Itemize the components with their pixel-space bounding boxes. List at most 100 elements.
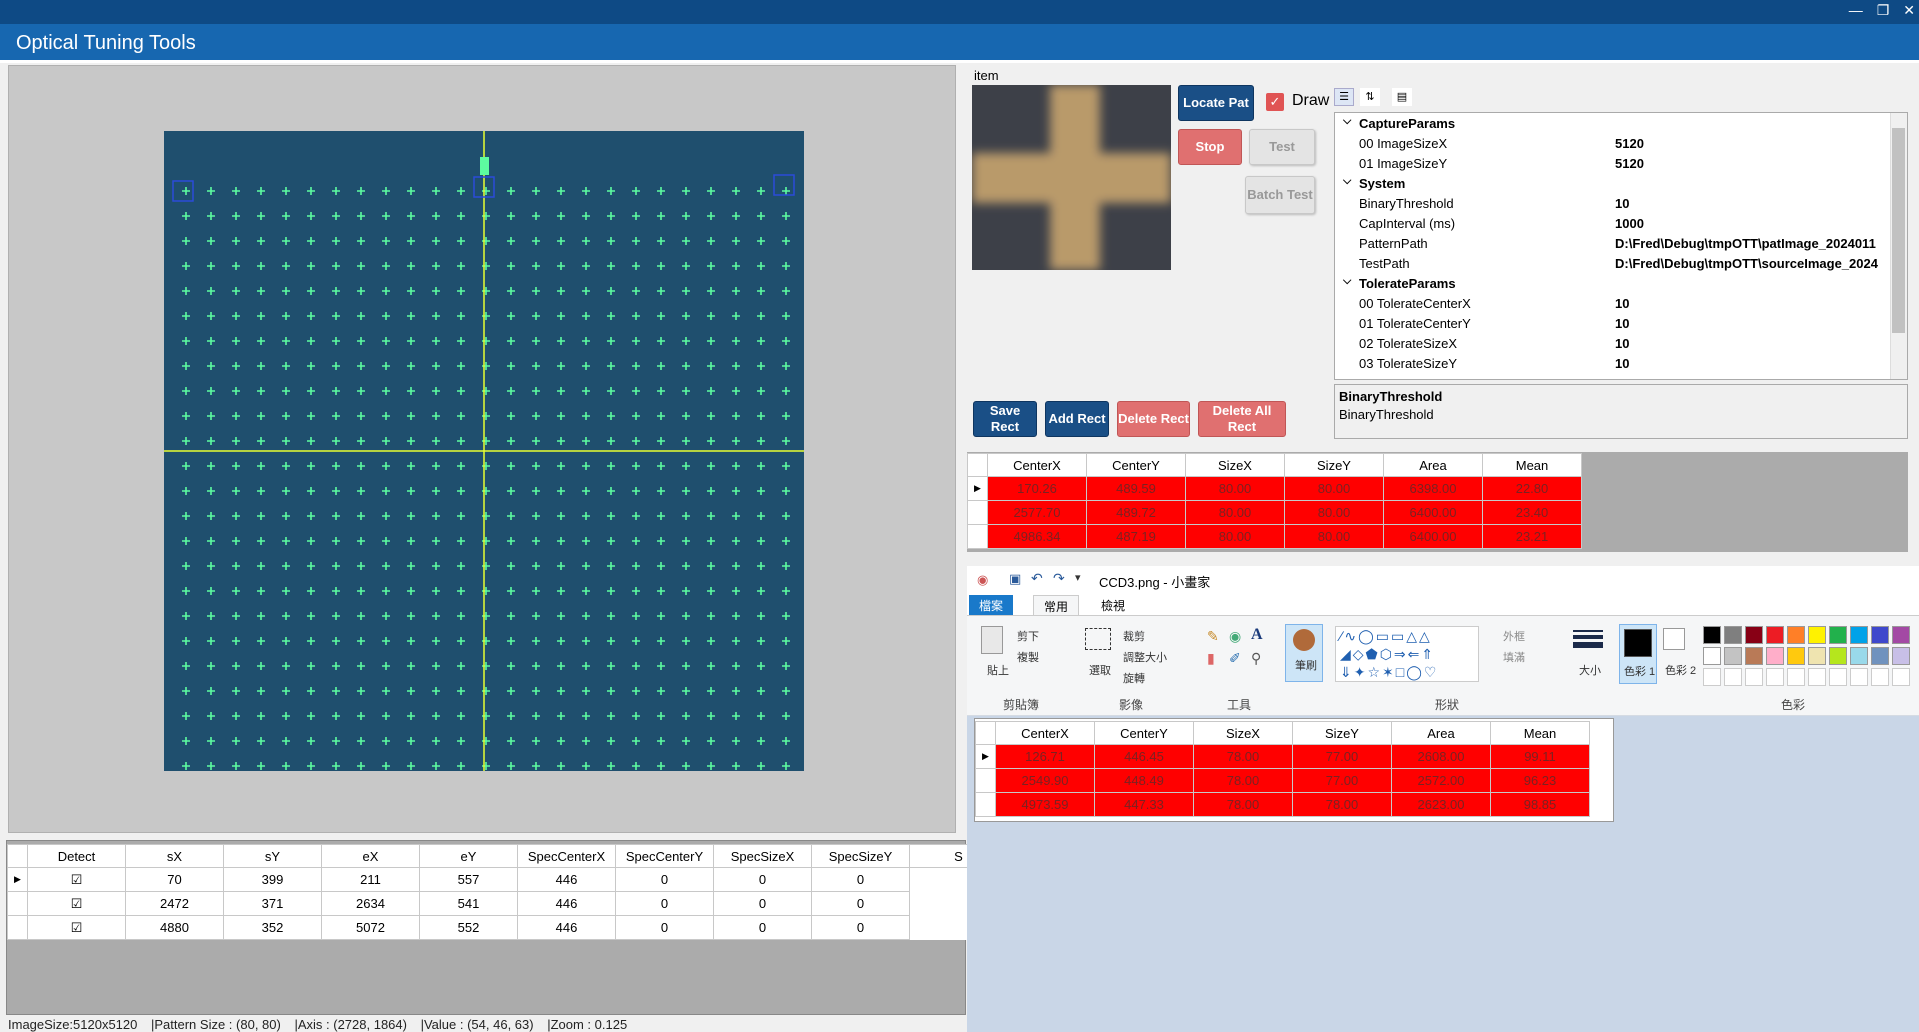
size-label[interactable]: 大小 — [1579, 662, 1601, 678]
palette-swatch[interactable] — [1829, 626, 1847, 644]
palette-swatch-empty[interactable] — [1871, 668, 1889, 686]
color-palette[interactable] — [1703, 626, 1919, 686]
table-cell[interactable]: ☑ — [27, 867, 126, 892]
rotate-button[interactable]: 旋轉 — [1123, 670, 1145, 686]
column-header[interactable]: SpecSizeY — [811, 844, 910, 868]
table-cell[interactable]: 489.59 — [1086, 476, 1186, 501]
table-cell[interactable]: 446 — [517, 915, 616, 940]
table-cell[interactable]: 2577.70 — [987, 500, 1087, 525]
paint-canvas[interactable]: CenterX CenterY SizeX SizeY Area Mean ▶ 126.71 4… — [974, 718, 1614, 822]
palette-swatch-empty[interactable] — [1892, 668, 1910, 686]
row-selector[interactable] — [7, 891, 28, 916]
table-cell[interactable]: 487.19 — [1086, 524, 1186, 549]
color-picker-icon[interactable]: ✐ — [1229, 650, 1241, 667]
palette-swatch[interactable] — [1850, 626, 1868, 644]
color1-button[interactable]: 色彩 1 — [1619, 624, 1657, 684]
row-selector[interactable] — [975, 768, 996, 793]
property-value[interactable]: 10 — [1615, 356, 1629, 371]
palette-swatch[interactable] — [1703, 626, 1721, 644]
color2-label[interactable]: 色彩 2 — [1665, 662, 1696, 678]
table-cell[interactable]: 446 — [517, 867, 616, 892]
shapes-gallery[interactable]: ∕∿◯▭▭△△ ◢◇⬟⬡⇒⇐⇑ ⇓✦☆✶□◯♡ — [1335, 626, 1479, 682]
table-cell[interactable]: 80.00 — [1284, 476, 1384, 501]
palette-swatch[interactable] — [1871, 647, 1889, 665]
table-row[interactable]: ▶ 170.26 489.59 80.00 80.00 6398.00 22.80 — [967, 476, 1582, 501]
table-cell[interactable]: 23.40 — [1482, 500, 1582, 525]
palette-swatch[interactable] — [1745, 626, 1763, 644]
table-cell[interactable]: 552 — [419, 915, 518, 940]
table-cell[interactable]: 96.23 — [1490, 768, 1590, 793]
row-selector[interactable] — [975, 792, 996, 817]
fill-button[interactable]: 填滿 — [1503, 649, 1525, 665]
column-header[interactable]: eX — [321, 844, 420, 868]
table-cell[interactable]: 78.00 — [1193, 792, 1293, 817]
table-row[interactable]: ▶ ☑ 70 399 211 557 446 0 0 0 — [7, 867, 1008, 892]
fill-bucket-icon[interactable]: ◉ — [1229, 628, 1241, 645]
property-row[interactable]: PatternPath D:\Fred\Debug\tmpOTT\patImage… — [1335, 233, 1890, 253]
palette-swatch-empty[interactable] — [1787, 668, 1805, 686]
detection-rect[interactable] — [773, 174, 795, 196]
table-cell[interactable]: 0 — [811, 891, 910, 916]
property-row[interactable]: 00 ImageSizeX 5120 — [1335, 133, 1890, 153]
table-cell[interactable]: 70 — [125, 867, 224, 892]
palette-swatch[interactable] — [1766, 626, 1784, 644]
palette-swatch-empty[interactable] — [1766, 668, 1784, 686]
minimize-icon[interactable]: — — [1849, 2, 1863, 19]
table-row[interactable]: 4973.59 447.33 78.00 78.00 2623.00 98.85 — [975, 792, 1590, 817]
paste-icon[interactable] — [981, 626, 1003, 654]
table-cell[interactable]: 446.45 — [1094, 744, 1194, 769]
undo-icon[interactable]: ↶ — [1031, 570, 1043, 587]
property-row[interactable]: 01 ImageSizeY 5120 — [1335, 153, 1890, 173]
palette-swatch[interactable] — [1808, 647, 1826, 665]
resize-button[interactable]: 調整大小 — [1123, 649, 1167, 665]
property-value[interactable]: 5120 — [1615, 156, 1644, 171]
add-rect-button[interactable]: Add Rect — [1045, 401, 1109, 437]
column-header[interactable]: CenterY — [1094, 721, 1194, 745]
property-row[interactable]: 02 TolerateSizeX 10 — [1335, 333, 1890, 353]
table-cell[interactable]: 80.00 — [1284, 500, 1384, 525]
table-cell[interactable]: 80.00 — [1185, 524, 1285, 549]
customize-icon[interactable]: ▾ — [1075, 571, 1081, 584]
outline-button[interactable]: 外框 — [1503, 628, 1525, 644]
table-cell[interactable]: 2472 — [125, 891, 224, 916]
table-cell[interactable]: 98.85 — [1490, 792, 1590, 817]
brush-button[interactable]: 筆刷 — [1285, 624, 1323, 682]
palette-swatch[interactable] — [1871, 626, 1889, 644]
table-cell[interactable]: 126.71 — [995, 744, 1095, 769]
table-cell[interactable]: 352 — [223, 915, 322, 940]
sort-az-icon[interactable]: ⇅ — [1360, 88, 1380, 106]
table-cell[interactable]: 448.49 — [1094, 768, 1194, 793]
table-row[interactable]: 2577.70 489.72 80.00 80.00 6400.00 23.40 — [967, 500, 1582, 525]
column-header[interactable]: SpecCenterY — [615, 844, 714, 868]
column-header[interactable]: SizeX — [1185, 453, 1285, 477]
property-row[interactable]: 00 TolerateCenterX 10 — [1335, 293, 1890, 313]
property-value[interactable]: 10 — [1615, 196, 1629, 211]
property-row[interactable]: CapInterval (ms) 1000 — [1335, 213, 1890, 233]
table-cell[interactable]: 2623.00 — [1391, 792, 1491, 817]
table-cell[interactable]: 6400.00 — [1383, 524, 1483, 549]
save-rect-button[interactable]: Save Rect — [973, 401, 1037, 437]
table-cell[interactable]: 0 — [713, 867, 812, 892]
table-cell[interactable]: 0 — [811, 867, 910, 892]
table-cell[interactable]: 80.00 — [1284, 524, 1384, 549]
delete-all-rect-button[interactable]: Delete All Rect — [1198, 401, 1286, 437]
row-selector[interactable]: ▶ — [975, 744, 996, 769]
select-label[interactable]: 選取 — [1089, 662, 1111, 678]
palette-swatch-empty[interactable] — [1745, 668, 1763, 686]
property-scroll-thumb[interactable] — [1892, 128, 1905, 333]
table-cell[interactable]: 4880 — [125, 915, 224, 940]
property-category[interactable]: ⌵ CaptureParams — [1335, 113, 1890, 133]
table-cell[interactable]: 2634 — [321, 891, 420, 916]
property-value[interactable]: D:\Fred\Debug\tmpOTT\patImage_2024011 — [1615, 236, 1876, 251]
collapse-icon[interactable]: ⌵ — [1343, 115, 1351, 128]
table-cell[interactable]: 0 — [615, 915, 714, 940]
table-row[interactable]: ☑ 4880 352 5072 552 446 0 0 0 — [7, 915, 1008, 940]
tab-home[interactable]: 常用 — [1033, 595, 1080, 615]
table-cell[interactable]: 0 — [713, 891, 812, 916]
test-button[interactable]: Test — [1249, 129, 1315, 165]
table-cell[interactable]: 78.00 — [1193, 744, 1293, 769]
column-header[interactable]: SizeX — [1193, 721, 1293, 745]
property-value[interactable]: 10 — [1615, 316, 1629, 331]
property-row[interactable]: 01 TolerateCenterY 10 — [1335, 313, 1890, 333]
palette-swatch[interactable] — [1808, 626, 1826, 644]
